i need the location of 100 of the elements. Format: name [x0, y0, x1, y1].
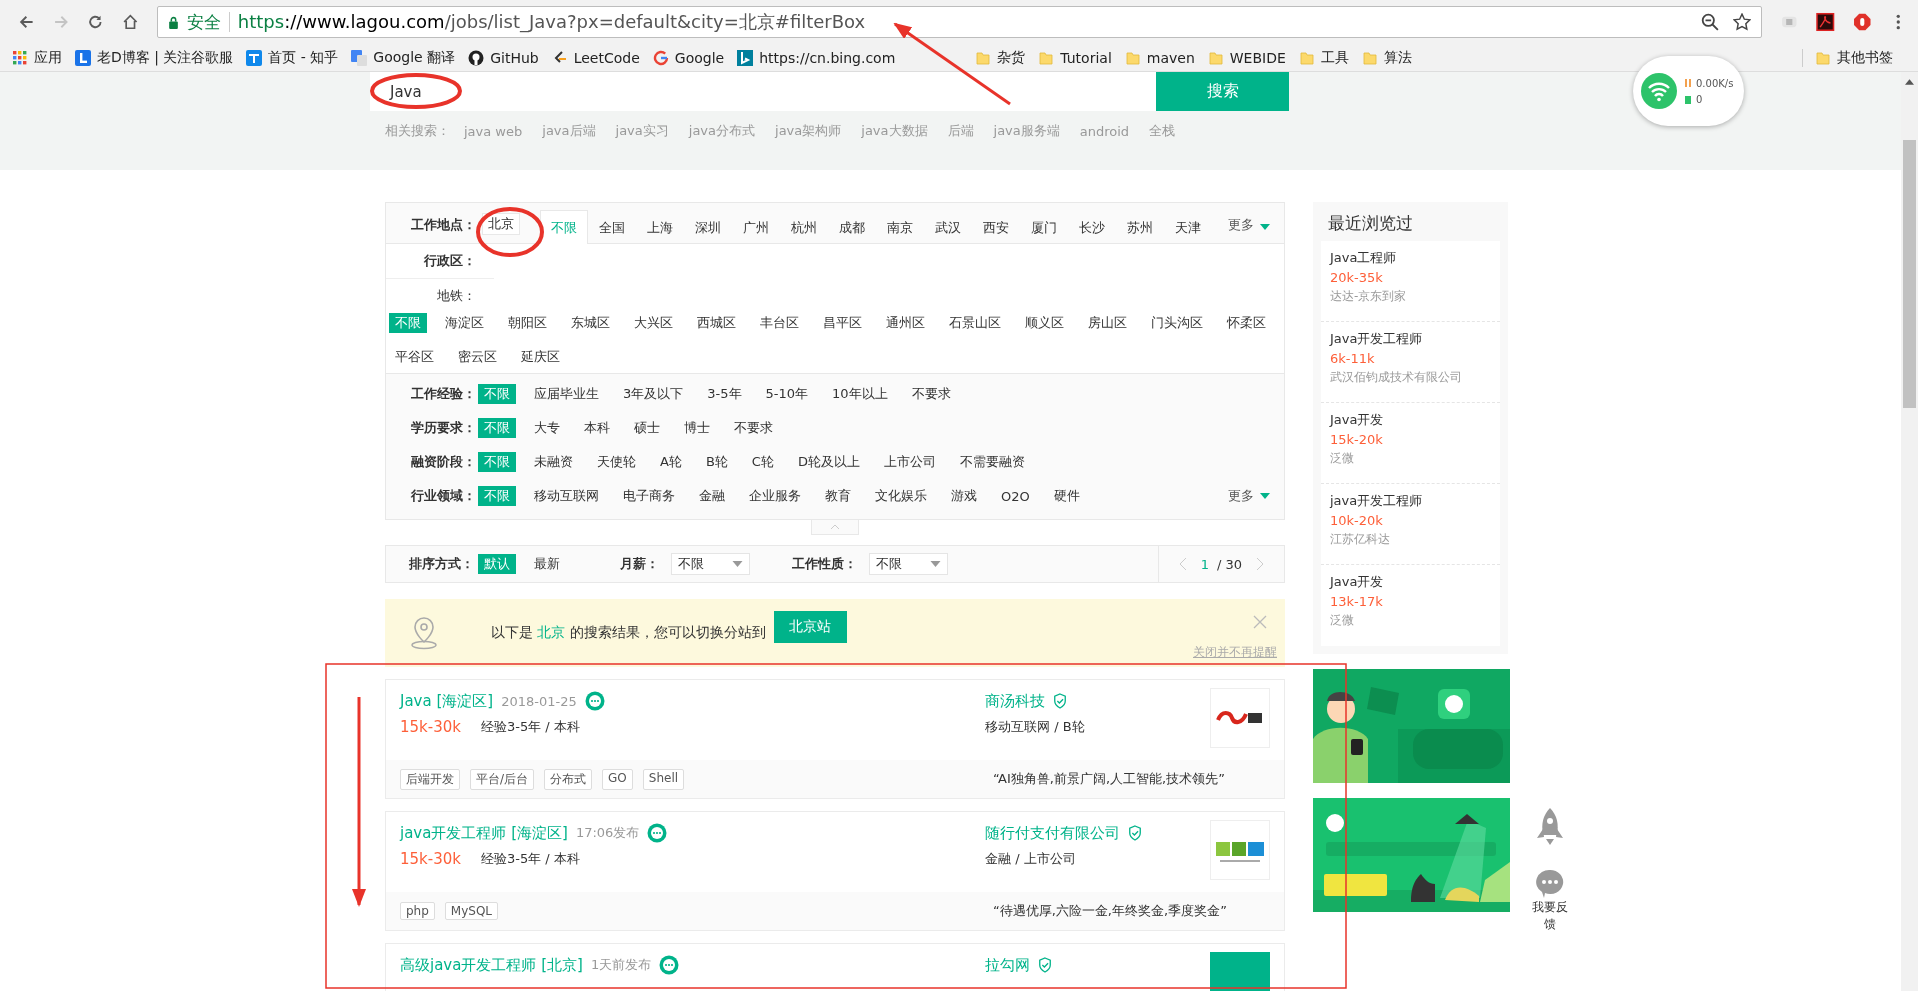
search-field[interactable]: Java: [370, 72, 1156, 111]
district-option[interactable]: 朝阳区: [502, 313, 553, 333]
district-option[interactable]: 东城区: [565, 313, 616, 333]
bookmark[interactable]: 杂货: [975, 48, 1026, 67]
city-tab[interactable]: 厦门: [1020, 210, 1068, 244]
chat-bubble-icon[interactable]: [1536, 869, 1564, 899]
chat-icon[interactable]: [647, 823, 668, 843]
district-option[interactable]: 昌平区: [817, 313, 868, 333]
bookmark[interactable]: 其他书签: [1815, 48, 1893, 67]
bookmark[interactable]: WEBIDE: [1207, 49, 1286, 66]
bookmark[interactable]: 应用: [12, 48, 62, 67]
chat-icon[interactable]: [584, 691, 605, 711]
city-tab[interactable]: 上海: [636, 210, 684, 244]
filter-option[interactable]: 博士: [678, 418, 716, 438]
district-option[interactable]: 平谷区: [389, 347, 440, 367]
district-option[interactable]: 门头沟区: [1145, 313, 1209, 333]
bookmark[interactable]: 老D博客 | 关注谷歌服: [75, 48, 234, 67]
bookmark[interactable]: 工具: [1298, 48, 1349, 67]
district-option[interactable]: 房山区: [1082, 313, 1133, 333]
recent-job-item[interactable]: java开发工程师 10k-20k 江苏亿科达: [1321, 484, 1500, 565]
filter-option[interactable]: 硬件: [1047, 486, 1086, 506]
bookmark[interactable]: 算法: [1361, 48, 1412, 67]
filter-option[interactable]: 文化娱乐: [869, 486, 933, 506]
filter-option[interactable]: 电子商务: [617, 486, 681, 506]
filter-option[interactable]: 本科: [578, 418, 616, 438]
previous-page-icon[interactable]: [1178, 557, 1187, 571]
bookmark[interactable]: LeetCode: [551, 49, 640, 66]
district-option[interactable]: 怀柔区: [1221, 313, 1272, 333]
bookmark[interactable]: 首页 - 知乎: [246, 48, 339, 67]
city-tab[interactable]: 广州: [732, 210, 780, 244]
job-type-select[interactable]: 不限: [869, 553, 948, 575]
filter-option[interactable]: 金融: [693, 486, 731, 506]
recent-job-item[interactable]: Java开发 15k-20k 泛微: [1321, 403, 1500, 484]
scrollbar-thumb[interactable]: [1903, 140, 1916, 408]
recent-job-item[interactable]: Java开发 13k-17k 泛微: [1321, 565, 1500, 646]
filter-option[interactable]: 硕士: [628, 418, 666, 438]
bookmark[interactable]: GitHub: [468, 49, 539, 66]
filter-option[interactable]: 不要求: [905, 384, 957, 404]
more-link[interactable]: 更多: [1228, 487, 1254, 505]
filter-option[interactable]: 教育: [819, 486, 857, 506]
filter-option[interactable]: O2O: [995, 487, 1036, 505]
filter-option[interactable]: 游戏: [945, 486, 983, 506]
filter-option[interactable]: C轮: [745, 452, 780, 472]
filter-option[interactable]: 上市公司: [877, 452, 942, 472]
filter-option[interactable]: 10年以上: [826, 384, 894, 404]
filter-option[interactable]: 不需要融资: [953, 452, 1031, 472]
city-tab[interactable]: 南京: [876, 210, 924, 244]
city-tab[interactable]: 杭州: [780, 210, 828, 244]
home-icon[interactable]: [122, 13, 139, 31]
company-logo[interactable]: [1210, 688, 1270, 748]
feedback-link[interactable]: 我要反馈: [1531, 899, 1569, 933]
filter-option[interactable]: 天使轮: [591, 452, 642, 472]
filter-option[interactable]: 5-10年: [759, 384, 815, 404]
city-tab[interactable]: 西安: [972, 210, 1020, 244]
city-tab[interactable]: 全国: [588, 210, 636, 244]
chat-icon[interactable]: [659, 955, 680, 975]
filter-option[interactable]: 3年及以下: [617, 384, 690, 404]
city-tab[interactable]: 苏州: [1116, 210, 1164, 244]
filter-option[interactable]: 未融资: [528, 452, 579, 472]
zoom-out-icon[interactable]: [1700, 13, 1719, 31]
stop-hand-icon[interactable]: [1852, 12, 1872, 32]
district-option[interactable]: 延庆区: [515, 347, 566, 367]
filter-option[interactable]: A轮: [654, 452, 688, 472]
more-link[interactable]: 更多: [1228, 216, 1254, 243]
city-tab[interactable]: 天津: [1164, 210, 1212, 244]
city-tab[interactable]: 成都: [828, 210, 876, 244]
scrollbar[interactable]: [1901, 72, 1918, 991]
sort-option[interactable]: 最新: [528, 554, 566, 574]
city-tab[interactable]: 武汉: [924, 210, 972, 244]
scroll-up-icon[interactable]: [1905, 79, 1914, 85]
address-bar[interactable]: 安全 https://www.lagou.com/jobs/list_Java?px=default&city=北京#filterBox: [156, 6, 1762, 38]
close-icon[interactable]: [1253, 615, 1267, 629]
recent-job-item[interactable]: Java工程师 20k-35k 达达-京东到家: [1321, 241, 1500, 322]
district-option[interactable]: 密云区: [452, 347, 503, 367]
filter-option[interactable]: 不要求: [728, 418, 779, 438]
bookmark[interactable]: https://cn.bing.com: [737, 49, 896, 66]
city-tab[interactable]: 深圳: [684, 210, 732, 244]
pdf-icon[interactable]: [1816, 12, 1835, 32]
filter-option[interactable]: 企业服务: [743, 486, 807, 506]
next-page-icon[interactable]: [1256, 557, 1264, 571]
bookmark[interactable]: Google: [652, 49, 725, 66]
back-icon[interactable]: [18, 13, 35, 31]
district-option[interactable]: 通州区: [880, 313, 931, 333]
filter-option[interactable]: 移动互联网: [528, 486, 605, 506]
bookmark[interactable]: Tutorial: [1038, 49, 1112, 66]
city-tab[interactable]: 长沙: [1068, 210, 1116, 244]
district-option[interactable]: 西城区: [691, 313, 742, 333]
filter-option[interactable]: 大专: [528, 418, 566, 438]
filter-option[interactable]: B轮: [699, 452, 734, 472]
district-option[interactable]: 海淀区: [439, 313, 490, 333]
district-option[interactable]: 大兴区: [628, 313, 679, 333]
filter-option[interactable]: D轮及以上: [791, 452, 866, 472]
district-option[interactable]: 顺义区: [1019, 313, 1070, 333]
district-option[interactable]: 石景山区: [943, 313, 1007, 333]
district-option[interactable]: 丰台区: [754, 313, 805, 333]
recent-job-item[interactable]: Java开发工程师 6k-11k 武汉佰钧成技术有限公司: [1321, 322, 1500, 403]
bookmark[interactable]: Google 翻译: [351, 48, 456, 67]
filter-option[interactable]: 应届毕业生: [528, 384, 605, 404]
star-icon[interactable]: [1732, 13, 1751, 31]
bookmark[interactable]: maven: [1124, 49, 1195, 66]
